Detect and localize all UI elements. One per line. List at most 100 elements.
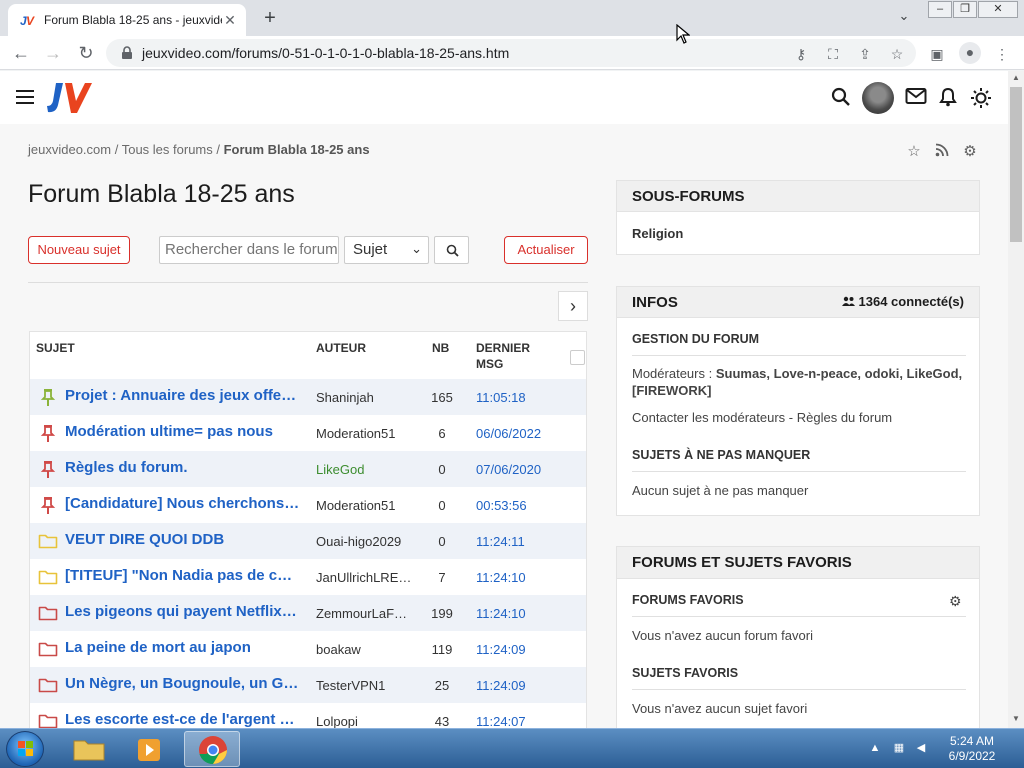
translate-icon[interactable]: ⛶ (824, 45, 842, 63)
topic-last-message-link[interactable]: 11:24:10 (476, 570, 526, 585)
share-icon[interactable]: ⇪ (856, 45, 874, 63)
topic-last-message-link[interactable]: 07/06/2020 (476, 462, 541, 477)
topic-title-link[interactable]: Les pigeons qui payent Netflix ou Disney (65, 603, 300, 620)
forum-search-input[interactable]: Rechercher dans le forum (159, 236, 339, 264)
topic-author[interactable]: Moderation51 (316, 498, 411, 513)
rss-icon[interactable] (933, 143, 951, 161)
volume-icon[interactable]: ◀ (914, 741, 928, 755)
page-scrollbar[interactable]: ▲ ▼ (1008, 71, 1024, 728)
side-panel-icon[interactable]: ▣ (927, 44, 947, 64)
topic-title-link[interactable]: [Candidature] Nous cherchons des modérat… (65, 495, 300, 512)
reload-icon[interactable]: ↻ (74, 41, 98, 65)
topic-last-message-link[interactable]: 11:24:11 (476, 534, 525, 549)
window-close-button[interactable]: ✕ (978, 1, 1018, 18)
minimize-button[interactable]: – (928, 1, 952, 18)
topic-reply-count: 0 (438, 534, 446, 549)
favorites-settings-gear-icon[interactable]: ⚙ (949, 593, 962, 610)
hamburger-menu-icon[interactable] (16, 90, 34, 104)
topic-last-message-link[interactable]: 11:05:18 (476, 390, 526, 405)
table-row[interactable]: Un Nègre, un Bougnoule, un Gwer TesterVPN… (30, 667, 586, 703)
search-submit-button[interactable] (434, 236, 469, 264)
back-arrow-icon[interactable]: ← (9, 41, 33, 65)
scroll-thumb[interactable] (1010, 87, 1022, 242)
refresh-button[interactable]: Actualiser (504, 236, 588, 264)
table-row[interactable]: Modération ultime= pas nous Moderation51 6… (30, 415, 586, 451)
table-row[interactable]: Projet : Annuaire des jeux offerts Shanin… (30, 379, 586, 415)
topic-title-link[interactable]: La peine de mort au japon (65, 639, 300, 656)
topic-reply-count: 165 (431, 390, 453, 405)
topic-title-link[interactable]: Modération ultime= pas nous (65, 423, 300, 440)
mail-icon[interactable] (905, 87, 927, 109)
user-avatar[interactable] (862, 82, 894, 114)
clock-time: 5:24 AM (949, 734, 995, 748)
jv-logo[interactable] (46, 81, 92, 115)
topic-author[interactable]: TesterVPN1 (316, 678, 411, 693)
new-tab-button[interactable]: + (258, 6, 282, 30)
topic-last-message-link[interactable]: 06/06/2022 (476, 426, 541, 441)
topic-last-message-link[interactable]: 11:24:07 (476, 714, 526, 729)
topic-title-link[interactable]: [TITEUF] "Non Nadia pas de capote" (65, 567, 300, 584)
folder-icon (38, 606, 58, 621)
address-bar[interactable]: jeuxvideo.com/forums/0-51-0-1-0-1-0-blab… (106, 39, 916, 67)
topic-author[interactable]: JanUllrichLRE… (316, 570, 411, 585)
table-row[interactable]: La peine de mort au japon boakaw 119 11:24:… (30, 631, 586, 667)
maximize-button[interactable]: ❐ (953, 1, 977, 18)
connected-count-text: 1364 connecté(s) (858, 294, 965, 309)
table-row[interactable]: [Candidature] Nous cherchons des modérat… (30, 487, 586, 523)
topic-author[interactable]: LikeGod (316, 462, 411, 477)
table-row[interactable]: VEUT DIRE QUOI DDB Ouai-higo2029 0 11:24:11 (30, 523, 586, 559)
folder-icon (38, 570, 58, 585)
topic-author[interactable]: ZemmourLaF… (316, 606, 411, 621)
contact-moderators-link[interactable]: Contacter les modérateurs (632, 410, 785, 425)
topic-author[interactable]: Moderation51 (316, 426, 411, 441)
search-icon[interactable] (830, 87, 852, 109)
subforum-link-religion[interactable]: Religion (632, 226, 683, 241)
start-button[interactable] (6, 731, 44, 767)
topic-last-message-link[interactable]: 11:24:09 (476, 642, 526, 657)
scroll-down-arrow-icon[interactable]: ▼ (1008, 712, 1024, 726)
breadcrumb-all-forums-link[interactable]: Tous les forums (122, 142, 213, 157)
select-all-checkbox[interactable] (570, 350, 585, 365)
breadcrumb-current: Forum Blabla 18-25 ans (223, 142, 370, 157)
breadcrumb-home-link[interactable]: jeuxvideo.com (28, 142, 111, 157)
taskbar-media-player[interactable] (122, 731, 178, 767)
favorite-star-icon[interactable]: ☆ (905, 143, 923, 161)
topic-author[interactable]: Shaninjah (316, 390, 411, 405)
network-icon[interactable]: ▦ (892, 741, 906, 755)
taskbar-clock[interactable]: 5:24 AM 6/9/2022 (930, 734, 1014, 764)
chrome-menu-icon[interactable]: ⋮ (992, 44, 1012, 64)
taskbar-explorer[interactable] (61, 731, 117, 767)
forward-arrow-icon[interactable]: → (41, 41, 65, 65)
search-scope-select[interactable]: Sujet ⌄ (344, 236, 429, 264)
forum-rules-link[interactable]: Règles du forum (797, 410, 892, 425)
topic-title-link[interactable]: Règles du forum. (65, 459, 300, 476)
topic-last-message-link[interactable]: 11:24:10 (476, 606, 526, 621)
new-topic-button[interactable]: Nouveau sujet (28, 236, 130, 264)
profile-icon[interactable]: ● (959, 42, 981, 64)
topic-last-message-link[interactable]: 00:53:56 (476, 498, 527, 513)
topic-last-message-link[interactable]: 11:24:09 (476, 678, 526, 693)
bell-icon[interactable] (937, 87, 959, 109)
taskbar-chrome[interactable] (184, 731, 240, 767)
topic-title-link[interactable]: Les escorte est-ce de l'argent gagné (65, 711, 300, 728)
browser-tab[interactable]: J V Forum Blabla 18-25 ans - jeuxvideo.c… (8, 4, 246, 36)
scroll-up-arrow-icon[interactable]: ▲ (1008, 71, 1024, 85)
topic-title-link[interactable]: Projet : Annuaire des jeux offerts (65, 387, 300, 404)
tab-close-icon[interactable]: ✕ (222, 12, 238, 28)
key-icon[interactable]: ⚷ (792, 45, 810, 63)
settings-gear-icon[interactable]: ⚙ (961, 143, 979, 161)
topic-title-link[interactable]: VEUT DIRE QUOI DDB (65, 531, 300, 548)
topic-title-link[interactable]: Un Nègre, un Bougnoule, un Gwer (65, 675, 300, 692)
topic-author[interactable]: Lolpopi (316, 714, 411, 729)
topic-author[interactable]: Ouai-higo2029 (316, 534, 411, 549)
topic-author[interactable]: boakaw (316, 642, 411, 657)
table-row[interactable]: Règles du forum. LikeGod 0 07/06/2020 (30, 451, 586, 487)
next-page-button[interactable]: › (558, 291, 588, 321)
bookmark-star-icon[interactable]: ☆ (888, 45, 906, 63)
table-row[interactable]: Les pigeons qui payent Netflix ou Disney… (30, 595, 586, 631)
table-row[interactable]: [TITEUF] "Non Nadia pas de capote" JanUll… (30, 559, 586, 595)
tab-search-icon[interactable]: ⌄ (892, 8, 916, 28)
sun-theme-icon[interactable] (970, 87, 992, 109)
browser-toolbar: ← → ↻ jeuxvideo.com/forums/0-51-0-1-0-1-… (0, 36, 1024, 70)
tray-show-hidden-icon[interactable]: ▲ (868, 741, 882, 755)
